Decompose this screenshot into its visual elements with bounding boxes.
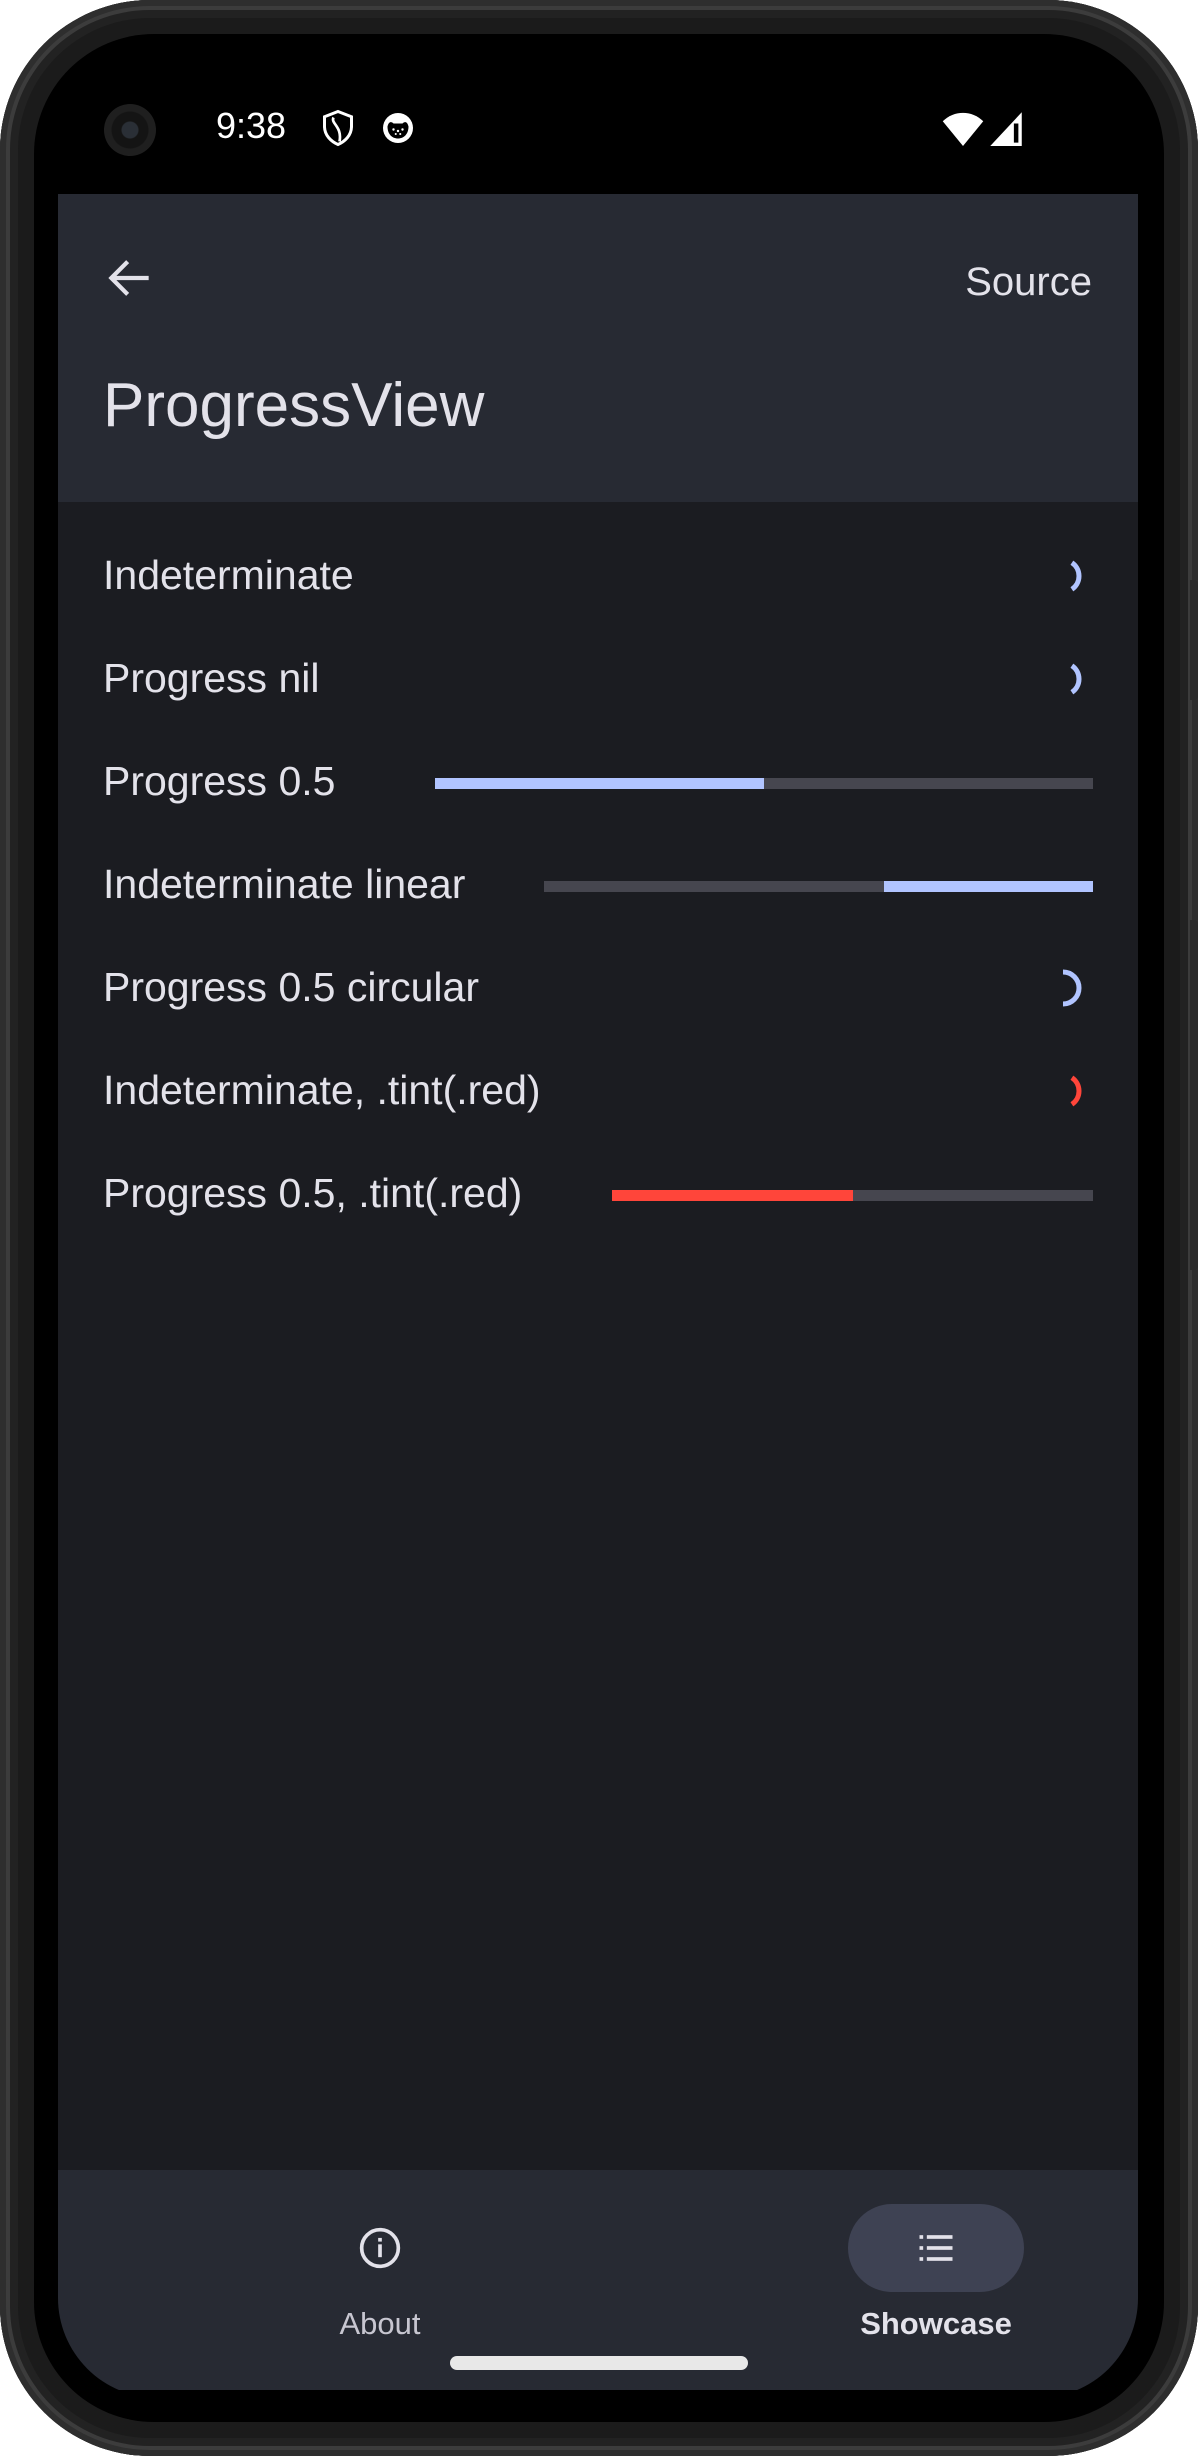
circular-progress-arc bbox=[1062, 969, 1082, 1007]
nav-label-about: About bbox=[339, 2306, 421, 2341]
nav-label-showcase: Showcase bbox=[860, 2306, 1012, 2341]
list-item-progress-half-red: Progress 0.5, .tint(.red) bbox=[103, 1154, 1093, 1234]
list-icon bbox=[919, 2235, 953, 2261]
row-label: Progress 0.5, .tint(.red) bbox=[103, 1170, 523, 1216]
row-label: Indeterminate bbox=[103, 552, 354, 598]
status-bar: 9:38 bbox=[58, 58, 1138, 194]
shield-icon bbox=[323, 109, 353, 147]
spinner-indeterminate-red bbox=[1070, 1075, 1082, 1107]
row-label: Progress 0.5 circular bbox=[103, 964, 479, 1010]
list-item-indeterminate: Indeterminate bbox=[103, 536, 1093, 616]
arrow-back-icon[interactable] bbox=[102, 250, 158, 306]
spinner-progress-nil bbox=[1070, 663, 1082, 695]
home-indicator[interactable] bbox=[450, 2356, 748, 2370]
status-time: 9:38 bbox=[216, 105, 287, 146]
page-title: ProgressView bbox=[103, 371, 485, 440]
source-button[interactable]: Source bbox=[965, 260, 1092, 305]
list-item-indeterminate-linear: Indeterminate linear bbox=[103, 845, 1093, 925]
linear-progress-track-red bbox=[612, 1190, 1093, 1201]
row-label: Indeterminate linear bbox=[103, 861, 466, 907]
row-label: Progress nil bbox=[103, 655, 320, 701]
volume-button bbox=[1190, 920, 1198, 1270]
info-icon bbox=[359, 2227, 401, 2269]
progress-list: Indeterminate Progress nil Progress 0.5 … bbox=[58, 502, 1138, 2170]
row-label: Indeterminate, .tint(.red) bbox=[103, 1067, 541, 1113]
spinner-indeterminate bbox=[1070, 560, 1082, 592]
spinner-arc bbox=[1070, 1075, 1082, 1107]
circular-progress bbox=[1062, 969, 1082, 1007]
linear-progress-fill bbox=[435, 778, 764, 789]
row-label: Progress 0.5 bbox=[103, 758, 336, 804]
linear-progress-track bbox=[435, 778, 1093, 789]
list-item-progress-half: Progress 0.5 bbox=[103, 742, 1093, 822]
list-item-progress-circular: Progress 0.5 circular bbox=[103, 948, 1093, 1028]
spinner-arc bbox=[1070, 663, 1082, 695]
list-item-indeterminate-red: Indeterminate, .tint(.red) bbox=[103, 1051, 1093, 1131]
linear-indeterminate-track bbox=[544, 881, 1093, 892]
wifi-icon bbox=[942, 112, 984, 146]
signal-icon bbox=[990, 112, 1022, 146]
nav-item-showcase[interactable]: Showcase bbox=[786, 2170, 1086, 2390]
spinner-arc bbox=[1070, 560, 1082, 592]
power-button bbox=[1190, 580, 1198, 700]
screen: 9:38 Source ProgressView Indeterminate P… bbox=[58, 58, 1138, 2398]
linear-indeterminate-segment bbox=[884, 881, 1093, 892]
list-item-progress-nil: Progress nil bbox=[103, 639, 1093, 719]
cat-icon bbox=[383, 113, 413, 143]
linear-progress-fill-red bbox=[612, 1190, 853, 1201]
camera-cutout bbox=[104, 104, 156, 156]
top-app-bar: Source ProgressView bbox=[58, 194, 1138, 502]
